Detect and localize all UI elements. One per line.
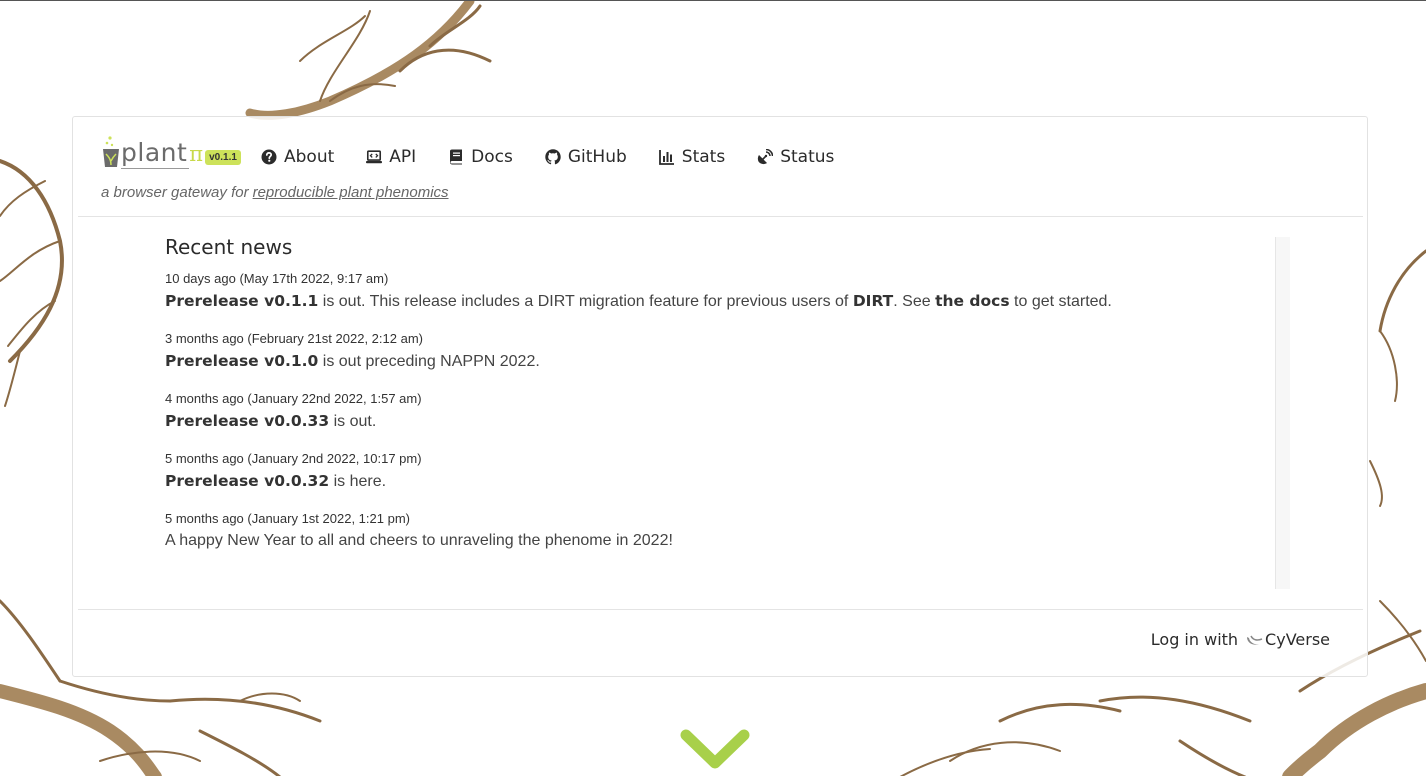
- tagline-link[interactable]: reproducible plant phenomics: [253, 184, 449, 201]
- plant-pot-icon: [103, 136, 119, 167]
- news-release-link[interactable]: Prerelease v0.1.1: [165, 292, 318, 310]
- news-docs-link[interactable]: the docs: [935, 292, 1010, 310]
- plantit-logo[interactable]: plant π v0.1.1: [101, 135, 241, 169]
- news-text: is out preceding NAPPN 2022.: [318, 353, 540, 370]
- news-release-link[interactable]: Prerelease v0.0.33: [165, 412, 329, 430]
- news-text: is out. This release includes a DIRT mig…: [318, 293, 853, 310]
- tagline: a browser gateway for reproducible plant …: [101, 184, 449, 201]
- news-item: 3 months ago (February 21st 2022, 2:12 a…: [165, 331, 1275, 372]
- news-scrollbar[interactable]: [1275, 237, 1290, 589]
- nav-about-label: About: [284, 147, 335, 167]
- nav-api-label: API: [389, 147, 417, 167]
- nav-github-label: GitHub: [567, 147, 627, 167]
- news-title: Recent news: [165, 235, 293, 259]
- news-body: Prerelease v0.0.32 is here.: [165, 471, 1275, 492]
- news-body: Prerelease v0.1.0 is out preceding NAPPN…: [165, 351, 1275, 372]
- news-release-link[interactable]: Prerelease v0.1.0: [165, 352, 318, 370]
- news-item: 4 months ago (January 22nd 2022, 1:57 am…: [165, 391, 1275, 432]
- news-date: 4 months ago (January 22nd 2022, 1:57 am…: [165, 391, 422, 406]
- question-circle-icon: [261, 149, 277, 165]
- nav-stats-label: Stats: [681, 147, 726, 167]
- satellite-dish-icon: [758, 149, 774, 165]
- nav-docs[interactable]: Docs: [448, 147, 513, 167]
- tagline-prefix: a browser gateway for: [101, 184, 249, 201]
- nav-docs-label: Docs: [471, 147, 513, 167]
- news-date: 10 days ago (May 17th 2022, 9:17 am): [165, 271, 389, 286]
- news-item: 5 months ago (January 2nd 2022, 10:17 pm…: [165, 451, 1275, 492]
- news-body: Prerelease v0.0.33 is out.: [165, 411, 1275, 432]
- news-section: Recent news 10 days ago (May 17th 2022, …: [165, 235, 1275, 570]
- news-dirt-link[interactable]: DIRT: [853, 292, 893, 310]
- logo-text: plant: [121, 138, 190, 169]
- code-laptop-icon: [366, 150, 383, 164]
- nav-stats[interactable]: Stats: [658, 147, 726, 167]
- header: plant π v0.1.1 About API Docs GitHub Sta…: [73, 117, 1367, 217]
- main-card: plant π v0.1.1 About API Docs GitHub Sta…: [72, 116, 1368, 677]
- news-date: 3 months ago (February 21st 2022, 2:12 a…: [165, 331, 423, 346]
- nav-status-label: Status: [780, 147, 835, 167]
- book-icon: [450, 149, 463, 165]
- logo-pi-symbol: π: [189, 142, 204, 166]
- bar-chart-icon: [658, 150, 674, 165]
- news-release-link[interactable]: Prerelease v0.0.32: [165, 472, 329, 490]
- footer-divider: [78, 609, 1363, 610]
- nav-about[interactable]: About: [261, 147, 334, 167]
- news-text: is out.: [329, 413, 377, 430]
- nav-github[interactable]: GitHub: [545, 147, 627, 167]
- cyverse-logo-icon: [1247, 635, 1263, 645]
- news-text: to get started.: [1009, 293, 1112, 310]
- news-date: 5 months ago (January 2nd 2022, 10:17 pm…: [165, 451, 422, 466]
- header-divider: [78, 216, 1363, 217]
- login-cyverse-button[interactable]: Log in with CyVerse: [1151, 630, 1330, 649]
- page: plant π v0.1.1 About API Docs GitHub Sta…: [0, 0, 1426, 776]
- news-body: A happy New Year to all and cheers to un…: [165, 532, 673, 549]
- login-prefix: Log in with: [1150, 630, 1239, 649]
- nav-api[interactable]: API: [366, 147, 416, 167]
- news-item: 10 days ago (May 17th 2022, 9:17 am) Pre…: [165, 271, 1275, 312]
- github-icon: [545, 149, 561, 165]
- news-text: . See: [893, 293, 936, 310]
- news-item: 5 months ago (January 1st 2022, 1:21 pm)…: [165, 511, 1275, 551]
- version-badge: v0.1.1: [205, 150, 241, 165]
- chevron-down-icon[interactable]: [680, 729, 750, 773]
- main-nav: About API Docs GitHub Stats Status: [261, 147, 866, 167]
- login-provider: CyVerse: [1265, 630, 1330, 649]
- news-date: 5 months ago (January 1st 2022, 1:21 pm): [165, 511, 410, 526]
- news-text: is here.: [329, 473, 387, 490]
- news-body: Prerelease v0.1.1 is out. This release i…: [165, 291, 1275, 312]
- nav-status[interactable]: Status: [757, 147, 834, 167]
